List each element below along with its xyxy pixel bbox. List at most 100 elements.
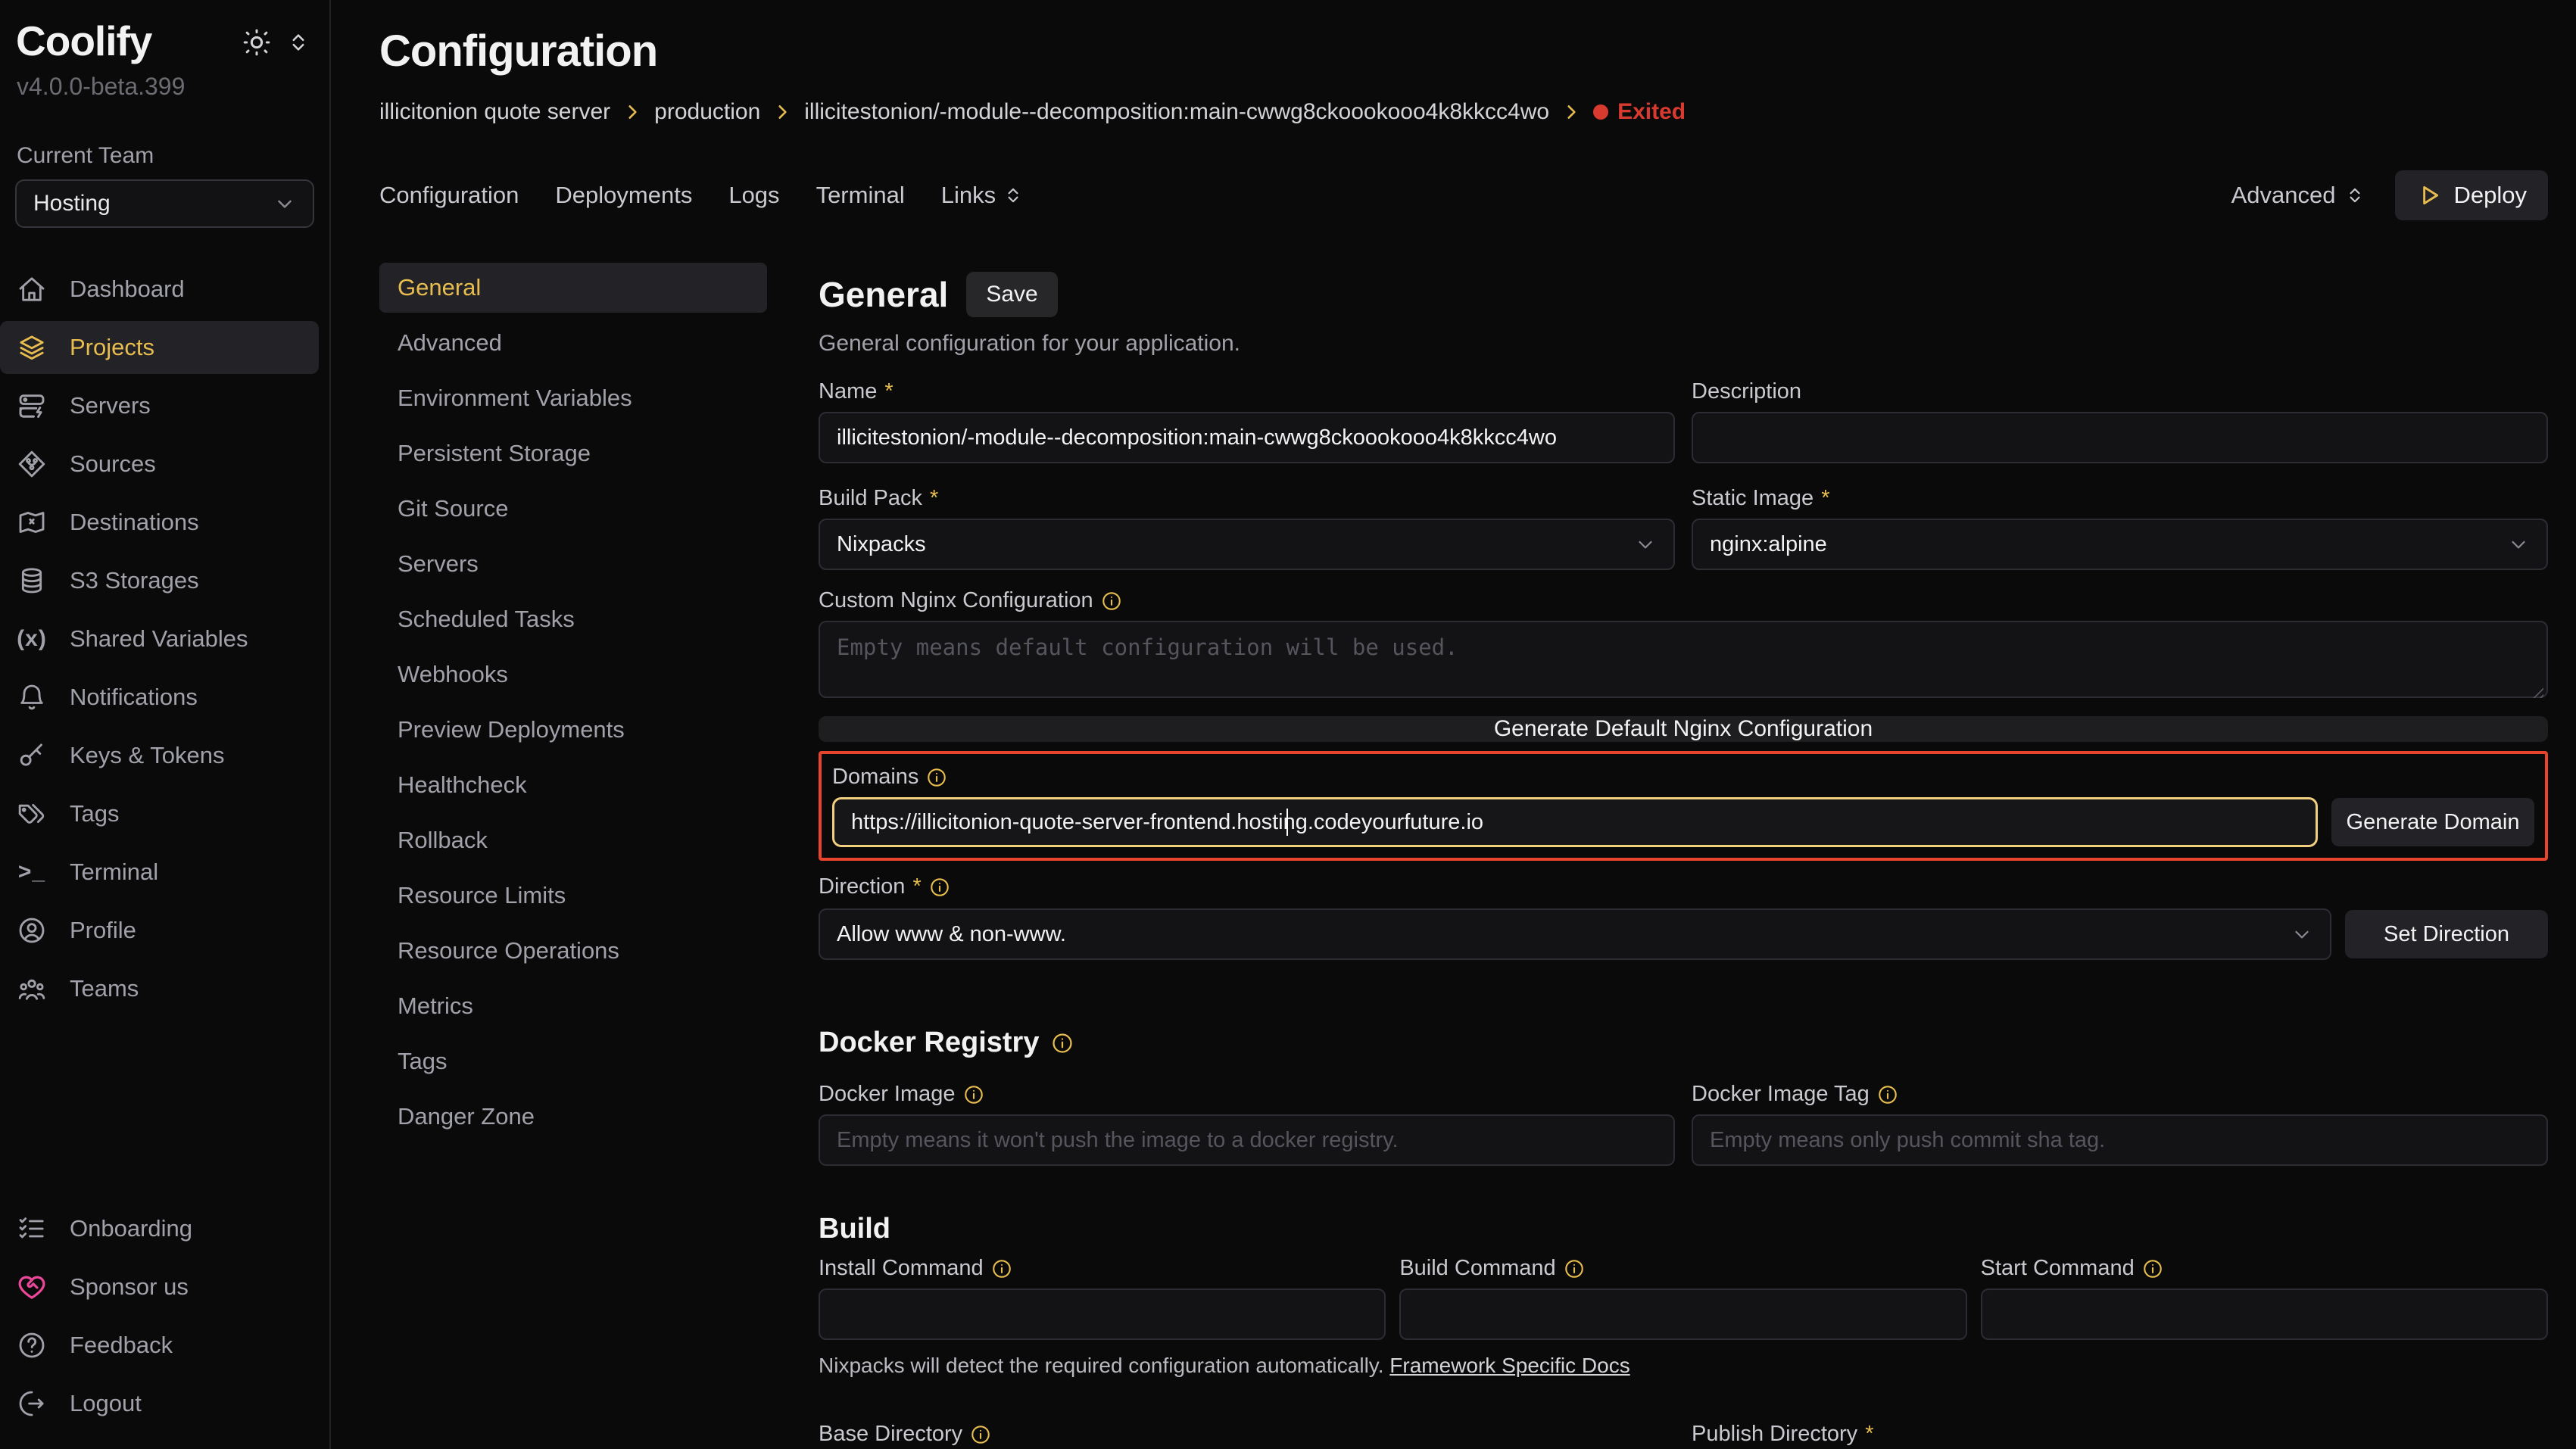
tab-terminal[interactable]: Terminal	[816, 182, 905, 209]
nginx-config-textarea[interactable]	[819, 621, 2548, 698]
sidebar-item-projects[interactable]: Projects	[0, 321, 319, 374]
server-icon	[17, 391, 47, 421]
generate-domain-button[interactable]: Generate Domain	[2331, 798, 2534, 846]
sidebar-item-logout[interactable]: Logout	[0, 1377, 329, 1430]
domains-input[interactable]	[832, 797, 2318, 847]
info-icon[interactable]	[929, 877, 950, 898]
subnav-resource-operations[interactable]: Resource Operations	[379, 926, 767, 976]
sidebar-item-sponsor[interactable]: Sponsor us	[0, 1260, 329, 1313]
description-input[interactable]	[1692, 412, 2548, 463]
checklist-icon	[17, 1214, 47, 1244]
subnav-environment-variables[interactable]: Environment Variables	[379, 373, 767, 423]
subnav-servers[interactable]: Servers	[379, 539, 767, 589]
sidebar-item-keys-tokens[interactable]: Keys & Tokens	[0, 729, 329, 782]
domains-highlight-box: Domains Generate Domain	[819, 751, 2548, 861]
info-icon[interactable]	[1051, 1032, 1074, 1055]
theme-toggle-icon[interactable]	[242, 27, 272, 58]
install-command-input[interactable]	[819, 1289, 1386, 1340]
static-image-label: Static Image	[1692, 486, 1813, 511]
domains-label: Domains	[832, 765, 918, 790]
info-icon[interactable]	[991, 1258, 1012, 1279]
bell-icon	[17, 682, 47, 712]
save-button[interactable]: Save	[966, 272, 1057, 317]
chevron-right-icon	[772, 102, 792, 122]
start-command-input[interactable]	[1981, 1289, 2548, 1340]
terminal-icon: >_	[17, 859, 47, 885]
tab-links[interactable]: Links	[941, 182, 1023, 209]
instance-selector-icon[interactable]	[287, 31, 310, 54]
sidebar: Coolify v4.0.0-beta.399 Current Team Hos…	[0, 0, 331, 1449]
chevron-down-icon	[2291, 923, 2313, 946]
subnav-scheduled-tasks[interactable]: Scheduled Tasks	[379, 594, 767, 644]
subnav-danger-zone[interactable]: Danger Zone	[379, 1092, 767, 1142]
info-icon[interactable]	[1877, 1084, 1898, 1105]
main-content: Configuration illicitonion quote server …	[331, 0, 2576, 1449]
framework-docs-link[interactable]: Framework Specific Docs	[1389, 1354, 1629, 1377]
sidebar-item-teams[interactable]: Teams	[0, 962, 329, 1015]
static-image-select[interactable]: nginx:alpine	[1692, 519, 2548, 570]
subnav-persistent-storage[interactable]: Persistent Storage	[379, 428, 767, 478]
subnav-git-source[interactable]: Git Source	[379, 484, 767, 534]
breadcrumb-environment[interactable]: production	[654, 99, 760, 125]
subnav-advanced[interactable]: Advanced	[379, 318, 767, 368]
breadcrumb-project[interactable]: illicitonion quote server	[379, 99, 610, 125]
build-command-input[interactable]	[1399, 1289, 1966, 1340]
sidebar-item-terminal[interactable]: >_ Terminal	[0, 846, 329, 899]
sidebar-item-onboarding[interactable]: Onboarding	[0, 1202, 329, 1255]
sidebar-item-sources[interactable]: Sources	[0, 438, 329, 491]
name-input[interactable]	[819, 412, 1675, 463]
advanced-menu[interactable]: Advanced	[2231, 182, 2365, 209]
nixpacks-note: Nixpacks will detect the required config…	[819, 1354, 2548, 1378]
subnav-general[interactable]: General	[379, 263, 767, 313]
database-icon	[17, 566, 47, 596]
chevron-down-icon	[1634, 533, 1657, 556]
sidebar-item-profile[interactable]: Profile	[0, 904, 329, 957]
breadcrumb-resource[interactable]: illicitestonion/-module--decomposition:m…	[804, 99, 1549, 125]
direction-label: Direction	[819, 874, 905, 899]
generate-nginx-config-button[interactable]: Generate Default Nginx Configuration	[819, 716, 2548, 742]
sidebar-item-feedback[interactable]: Feedback	[0, 1319, 329, 1372]
docker-image-input[interactable]	[819, 1114, 1675, 1166]
team-select[interactable]: Hosting	[15, 179, 314, 228]
app-root: Coolify v4.0.0-beta.399 Current Team Hos…	[0, 0, 2576, 1449]
users-icon	[17, 974, 47, 1004]
sidebar-item-notifications[interactable]: Notifications	[0, 671, 329, 724]
tab-deployments[interactable]: Deployments	[555, 182, 692, 209]
subnav-healthcheck[interactable]: Healthcheck	[379, 760, 767, 810]
sidebar-item-s3-storages[interactable]: S3 Storages	[0, 554, 329, 607]
subnav-rollback[interactable]: Rollback	[379, 815, 767, 865]
build-pack-select[interactable]: Nixpacks	[819, 519, 1675, 570]
info-icon[interactable]	[1101, 591, 1122, 612]
help-circle-icon	[17, 1330, 47, 1360]
sidebar-item-servers[interactable]: Servers	[0, 379, 329, 432]
sidebar-item-dashboard[interactable]: Dashboard	[0, 263, 329, 316]
chevron-up-down-icon	[2345, 185, 2365, 205]
subnav-resource-limits[interactable]: Resource Limits	[379, 871, 767, 921]
info-icon[interactable]	[926, 767, 947, 788]
map-icon	[17, 507, 47, 538]
info-icon[interactable]	[1564, 1258, 1585, 1279]
info-icon[interactable]	[2142, 1258, 2163, 1279]
subnav-webhooks[interactable]: Webhooks	[379, 650, 767, 700]
settings-subnav: General Advanced Environment Variables P…	[379, 263, 767, 1449]
subnav-metrics[interactable]: Metrics	[379, 981, 767, 1031]
text-caret	[1286, 809, 1288, 836]
install-command-label: Install Command	[819, 1256, 984, 1281]
current-team-label: Current Team	[17, 143, 329, 169]
docker-image-tag-input[interactable]	[1692, 1114, 2548, 1166]
info-icon[interactable]	[970, 1424, 991, 1445]
set-direction-button[interactable]: Set Direction	[2345, 910, 2548, 958]
info-icon[interactable]	[963, 1084, 984, 1105]
tab-logs[interactable]: Logs	[728, 182, 779, 209]
subnav-tags[interactable]: Tags	[379, 1036, 767, 1086]
status-dot	[1593, 104, 1608, 120]
required-asterisk: *	[884, 379, 893, 404]
direction-select[interactable]: Allow www & non-www.	[819, 908, 2331, 960]
subnav-preview-deployments[interactable]: Preview Deployments	[379, 705, 767, 755]
sidebar-item-destinations[interactable]: Destinations	[0, 496, 329, 549]
deploy-button[interactable]: Deploy	[2395, 170, 2549, 220]
status-text: Exited	[1617, 99, 1686, 125]
tab-configuration[interactable]: Configuration	[379, 182, 519, 209]
sidebar-item-shared-variables[interactable]: (x) Shared Variables	[0, 612, 329, 665]
sidebar-item-tags[interactable]: Tags	[0, 787, 329, 840]
